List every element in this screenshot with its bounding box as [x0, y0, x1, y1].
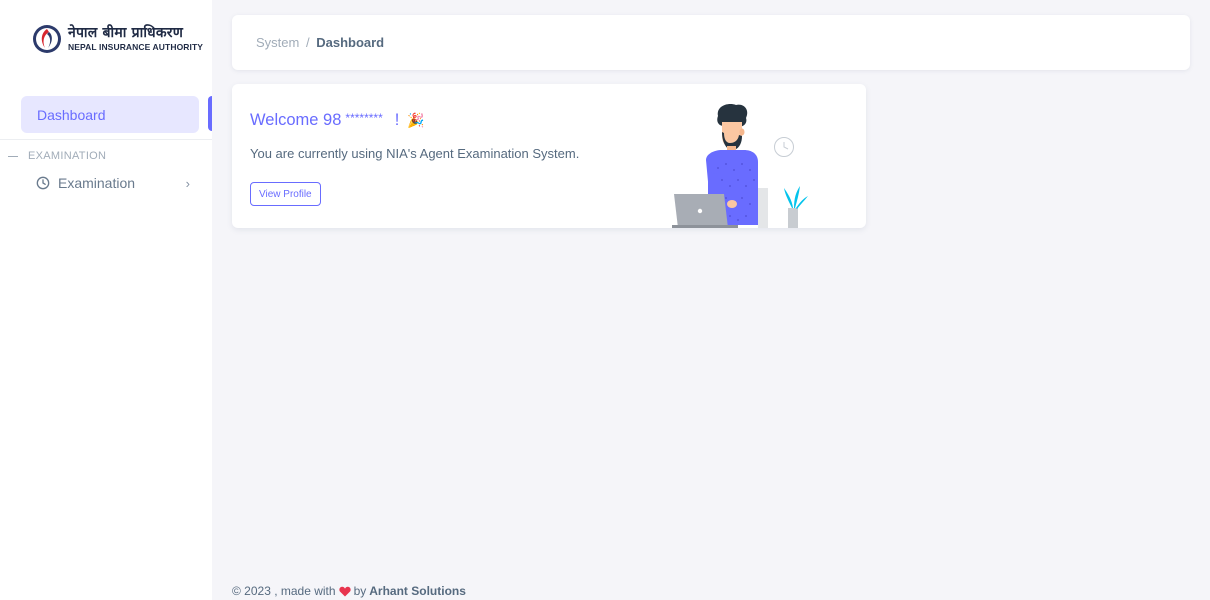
welcome-message: You are currently using NIA's Agent Exam… — [250, 146, 580, 161]
brand-name-devanagari: नेपाल बीमा प्राधिकरण — [68, 25, 184, 42]
sidebar-item-label: Dashboard — [37, 106, 106, 123]
party-popper-icon: 🎉 — [407, 112, 425, 128]
heart-icon — [338, 586, 351, 596]
sidebar-item-label: Examination — [58, 175, 136, 191]
sidebar-item-dashboard[interactable]: Dashboard — [21, 96, 199, 133]
welcome-title: Welcome 98 ******** ! 🎉 — [250, 111, 425, 130]
masked-user-id: ******** — [345, 110, 383, 125]
breadcrumb-parent[interactable]: System — [256, 35, 299, 50]
top-navbar: System / Dashboard — [232, 15, 1190, 70]
footer-company-link[interactable]: Arhant Solutions — [369, 584, 466, 598]
divider — [0, 139, 212, 140]
menu-section-header: EXAMINATION — [8, 150, 106, 162]
footer: © 2023 , made with by Arhant Solutions — [232, 584, 466, 598]
welcome-exclaim: ! — [394, 111, 400, 129]
brand[interactable]: नेपाल बीमा प्राधिकरण NEPAL INSURANCE AUT… — [32, 24, 203, 54]
welcome-card: Welcome 98 ******** ! 🎉 You are currentl… — [232, 84, 866, 228]
footer-copyright: © 2023 , made with — [232, 584, 336, 598]
footer-by: by — [353, 584, 367, 598]
nia-logo-icon — [33, 25, 61, 53]
man-with-laptop-illustration — [672, 104, 808, 228]
breadcrumb-separator: / — [305, 35, 310, 50]
breadcrumb-current: Dashboard — [316, 35, 385, 50]
section-header-label: EXAMINATION — [28, 150, 107, 162]
brand-name-english: NEPAL INSURANCE AUTHORITY — [68, 42, 204, 53]
sidebar: नेपाल बीमा प्राधिकरण NEPAL INSURANCE AUT… — [0, 0, 212, 600]
sidebar-item-examination[interactable]: Examination › — [36, 172, 198, 194]
active-indicator — [208, 96, 212, 131]
clock-icon — [36, 176, 50, 190]
breadcrumb: System / Dashboard — [256, 35, 384, 50]
view-profile-button[interactable]: View Profile — [250, 182, 321, 206]
dash-icon — [8, 155, 18, 157]
chevron-right-icon: › — [185, 175, 190, 191]
welcome-greeting: Welcome 98 — [250, 111, 342, 129]
